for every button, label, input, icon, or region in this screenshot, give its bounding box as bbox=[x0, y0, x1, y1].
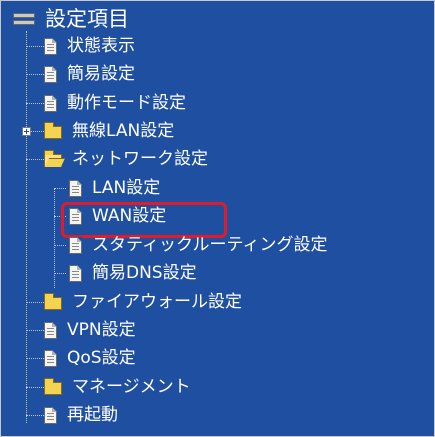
tree-item-label: 状態表示 bbox=[67, 36, 135, 56]
tree-branch bbox=[26, 103, 44, 104]
document-icon bbox=[44, 321, 57, 339]
tree-item-label: 無線LAN設定 bbox=[72, 121, 175, 141]
tree-item-operation-mode[interactable]: 動作モード設定 bbox=[44, 91, 186, 115]
tree-item-label: ファイアウォール設定 bbox=[72, 292, 242, 312]
tree-item-label: VPN設定 bbox=[67, 320, 136, 340]
tree-item-static-routing[interactable]: スタティックルーティング設定 bbox=[69, 233, 327, 257]
tree-item-status[interactable]: 状態表示 bbox=[44, 34, 135, 58]
open-folder-icon bbox=[44, 150, 62, 167]
tree-item-label: マネージメント bbox=[72, 377, 191, 397]
tree-branch bbox=[26, 159, 44, 160]
tree-item-wan[interactable]: WAN設定 bbox=[69, 204, 166, 228]
tree-item-label: 簡易設定 bbox=[67, 64, 135, 84]
settings-tree-panel: 設定項目 状態表示 簡易設定 動作モード設定 無線LAN設定 ネットワーク設定 … bbox=[0, 0, 435, 437]
tree-item-qos[interactable]: QoS設定 bbox=[44, 346, 136, 370]
tree-item-label: スタティックルーティング設定 bbox=[92, 235, 328, 255]
tree-item-label: 動作モード設定 bbox=[67, 93, 186, 113]
tree-root[interactable]: 設定項目 bbox=[13, 7, 129, 31]
document-icon bbox=[69, 207, 82, 225]
tree-branch bbox=[26, 46, 44, 47]
tree-branch bbox=[54, 245, 66, 246]
tree-root-label: 設定項目 bbox=[45, 7, 129, 31]
document-icon bbox=[44, 349, 57, 367]
expand-plus-icon[interactable] bbox=[22, 127, 31, 136]
tree-item-label: 簡易DNS設定 bbox=[92, 263, 197, 283]
tree-item-vpn[interactable]: VPN設定 bbox=[44, 318, 136, 342]
tree-item-lan[interactable]: LAN設定 bbox=[69, 176, 160, 200]
tree-item-wireless-lan[interactable]: 無線LAN設定 bbox=[44, 119, 174, 143]
tree-item-label: 再起動 bbox=[67, 405, 118, 425]
tree-branch bbox=[54, 273, 66, 274]
tree-line-level1 bbox=[26, 31, 27, 423]
folder-icon bbox=[44, 293, 62, 310]
document-icon bbox=[69, 236, 82, 254]
document-icon bbox=[44, 406, 57, 424]
tree-item-easy-setup[interactable]: 簡易設定 bbox=[44, 62, 135, 86]
document-icon bbox=[69, 179, 82, 197]
tree-item-easy-dns[interactable]: 簡易DNS設定 bbox=[69, 261, 197, 285]
document-icon bbox=[69, 264, 82, 282]
tree-branch bbox=[26, 302, 44, 303]
tree-item-label: WAN設定 bbox=[92, 206, 167, 226]
tree-item-restart[interactable]: 再起動 bbox=[44, 403, 118, 427]
settings-list-icon bbox=[13, 12, 35, 26]
tree-item-firewall[interactable]: ファイアウォール設定 bbox=[44, 290, 242, 314]
tree-branch bbox=[26, 358, 44, 359]
tree-branch bbox=[26, 74, 44, 75]
tree-item-label: LAN設定 bbox=[92, 178, 161, 198]
folder-icon bbox=[44, 122, 62, 139]
tree-branch bbox=[26, 330, 44, 331]
tree-branch bbox=[54, 188, 66, 189]
tree-item-label: ネットワーク設定 bbox=[72, 149, 208, 169]
tree-item-management[interactable]: マネージメント bbox=[44, 375, 191, 399]
tree-branch bbox=[26, 415, 44, 416]
tree-item-label: QoS設定 bbox=[67, 348, 136, 368]
folder-icon bbox=[44, 378, 62, 395]
document-icon bbox=[44, 94, 57, 112]
tree-item-network[interactable]: ネットワーク設定 bbox=[44, 147, 208, 171]
tree-branch bbox=[26, 387, 44, 388]
document-icon bbox=[44, 37, 57, 55]
document-icon bbox=[44, 65, 57, 83]
